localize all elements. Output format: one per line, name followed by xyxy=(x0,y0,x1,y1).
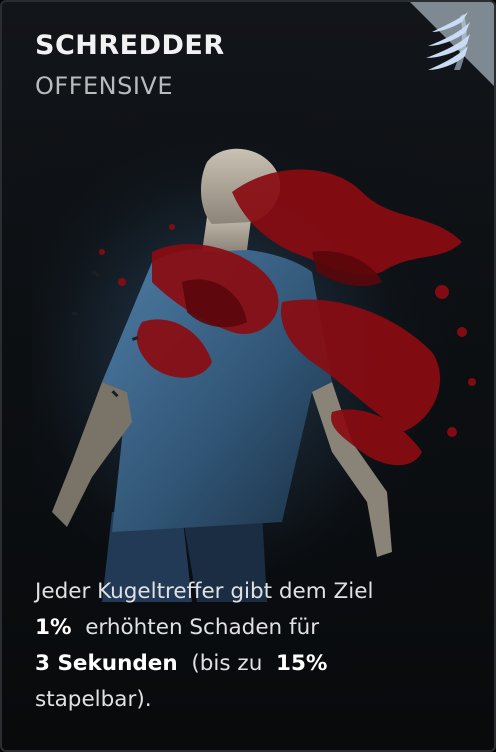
max-stack-value: 15% xyxy=(276,651,328,676)
perk-description: Jeder Kugeltreffer gibt dem Ziel 1% erhö… xyxy=(35,574,475,718)
wing-icon xyxy=(426,12,470,70)
description-text: (bis zu xyxy=(191,651,263,676)
perk-card[interactable]: SCHREDDER OFFENSIVE Jeder Kugeltreffer g… xyxy=(0,0,496,752)
description-line-4: stapelbar). xyxy=(35,687,152,712)
description-line-2: 1% erhöhten Schaden für xyxy=(35,610,475,646)
zombie-illustration xyxy=(32,132,492,602)
damage-bonus-value: 1% xyxy=(35,615,72,640)
description-text: erhöhten Schaden für xyxy=(85,615,320,640)
perk-category: OFFENSIVE xyxy=(35,72,174,100)
description-line-1: Jeder Kugeltreffer gibt dem Ziel xyxy=(35,579,374,604)
duration-value: 3 Sekunden xyxy=(35,651,178,676)
perk-title: SCHREDDER xyxy=(35,30,225,61)
description-line-3: 3 Sekunden (bis zu 15% xyxy=(35,646,475,682)
